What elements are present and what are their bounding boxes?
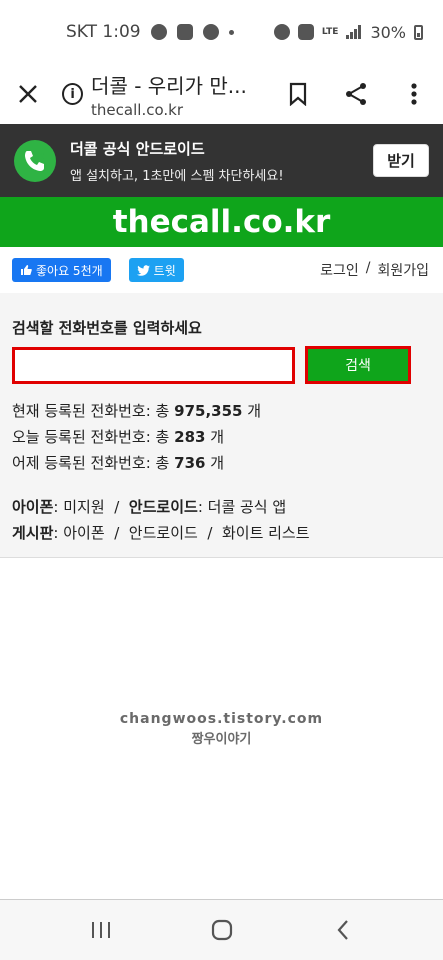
more-notifications-icon xyxy=(228,29,234,35)
toolbar-actions xyxy=(269,64,443,124)
page-url: thecall.co.kr xyxy=(91,100,183,119)
alarm-icon xyxy=(273,24,290,40)
back-button[interactable] xyxy=(318,905,368,955)
board-row: 게시판: 아이폰 / 안드로이드 / 화이트 리스트 xyxy=(12,524,310,542)
share-icon xyxy=(346,83,366,105)
signup-link[interactable]: 회원가입 xyxy=(377,260,429,280)
stat-total-value: 975,355 xyxy=(174,402,243,420)
home-button[interactable] xyxy=(197,905,247,955)
twitter-bird-icon xyxy=(136,264,150,276)
page-title: 더콜 - 우리가 만... xyxy=(91,73,247,98)
home-icon xyxy=(211,919,232,941)
platform-links: 아이폰: 미지원 / 안드로이드: 더콜 공식 앱 게시판: 아이폰 / 안드로… xyxy=(12,494,431,546)
install-app-button[interactable]: 받기 xyxy=(373,144,429,177)
app-logo-icon: ?! xyxy=(14,139,56,182)
close-tab-button[interactable] xyxy=(0,64,56,124)
board-link-android[interactable]: 안드로이드 xyxy=(129,524,198,542)
search-section: 검색할 전화번호를 입력하세요 검색 현재 등록된 전화번호: 총 975,35… xyxy=(0,293,443,558)
battery-icon xyxy=(414,24,423,40)
phone-number-input[interactable] xyxy=(12,346,295,384)
stat-today-value: 283 xyxy=(174,428,206,446)
custom-tab-toolbar: i 더콜 - 우리가 만... thecall.co.kr xyxy=(0,64,443,124)
location-notification-icon xyxy=(202,24,219,40)
tweet-label: 트윗 xyxy=(153,263,176,278)
board-link-whitelist[interactable]: 화이트 리스트 xyxy=(222,524,310,542)
status-left: SKT 1:09 xyxy=(66,22,234,42)
svg-text:?!: ?! xyxy=(36,152,44,161)
app-availability-row: 아이폰: 미지원 / 안드로이드: 더콜 공식 앱 xyxy=(12,498,287,516)
login-link[interactable]: 로그인 xyxy=(320,260,359,280)
share-button[interactable] xyxy=(327,64,385,124)
site-info-icon[interactable]: i xyxy=(62,83,84,105)
tweet-button[interactable]: 트윗 xyxy=(128,258,184,282)
chat-notification-icon xyxy=(150,24,167,40)
signal-icon xyxy=(346,25,362,39)
phone-icon: ?! xyxy=(25,150,44,171)
android-label: 안드로이드 xyxy=(128,498,198,516)
watermark-name: 짱우이야기 xyxy=(191,731,252,747)
mute-icon xyxy=(297,24,314,40)
site-logo[interactable]: thecall.co.kr xyxy=(113,204,331,240)
more-vert-icon xyxy=(411,83,417,105)
app-install-banner: ?! 더콜 공식 안드로이드 앱 설치하고, 1초만에 스펨 차단하세요! 받기 xyxy=(0,124,443,197)
system-navigation-bar xyxy=(0,900,443,960)
network-type: LTE xyxy=(321,27,339,37)
banner-text: 더콜 공식 안드로이드 앱 설치하고, 1초만에 스펨 차단하세요! xyxy=(70,138,284,184)
android-app-link[interactable]: 더콜 공식 앱 xyxy=(208,498,287,516)
ad-area: changwoos.tistory.com 짱우이야기 xyxy=(0,558,443,900)
status-bar: SKT 1:09 LTE 30% xyxy=(0,0,443,64)
auth-links: 로그인 / 회원가입 xyxy=(320,260,429,280)
board-link-iphone[interactable]: 아이폰 xyxy=(63,524,104,542)
stat-today: 오늘 등록된 전화번호: 총 283 개 xyxy=(12,428,225,446)
recent-apps-icon xyxy=(91,922,110,938)
stat-yesterday-value: 736 xyxy=(174,454,206,472)
battery-percent: 30% xyxy=(370,22,406,42)
recent-apps-button[interactable] xyxy=(76,905,126,955)
banner-subtitle: 앱 설치하고, 1초만에 스펨 차단하세요! xyxy=(70,168,284,184)
search-row: 검색 xyxy=(12,346,431,384)
banner-title: 더콜 공식 안드로이드 xyxy=(70,139,205,158)
search-button[interactable]: 검색 xyxy=(305,346,411,384)
site-header: thecall.co.kr xyxy=(0,197,443,247)
thumbs-up-icon xyxy=(21,265,32,275)
more-options-button[interactable] xyxy=(385,64,443,124)
back-chevron-icon xyxy=(337,920,348,940)
iphone-label: 아이폰 xyxy=(12,498,54,516)
auth-separator: / xyxy=(365,260,371,276)
board-label: 게시판 xyxy=(12,524,54,542)
registration-stats: 현재 등록된 전화번호: 총 975,355 개 오늘 등록된 전화번호: 총 … xyxy=(12,398,431,476)
page-title-area: 더콜 - 우리가 만... thecall.co.kr xyxy=(91,70,269,119)
facebook-like-button[interactable]: 좋아요 5천개 xyxy=(12,258,111,282)
gallery-notification-icon xyxy=(176,24,193,40)
status-right: LTE 30% xyxy=(273,22,423,42)
watermark-url: changwoos.tistory.com xyxy=(119,710,324,727)
close-icon xyxy=(19,85,37,103)
facebook-like-label: 좋아요 5천개 xyxy=(36,263,103,278)
bookmark-icon xyxy=(289,82,307,106)
iphone-value: 미지원 xyxy=(63,498,105,516)
bookmark-button[interactable] xyxy=(269,64,327,124)
stat-total: 현재 등록된 전화번호: 총 975,355 개 xyxy=(12,402,262,420)
carrier-time: SKT 1:09 xyxy=(66,22,141,42)
stat-yesterday: 어제 등록된 전화번호: 총 736 개 xyxy=(12,454,225,472)
social-row: 좋아요 5천개 트윗 로그인 / 회원가입 xyxy=(0,247,443,293)
search-prompt: 검색할 전화번호를 입력하세요 xyxy=(12,319,202,337)
